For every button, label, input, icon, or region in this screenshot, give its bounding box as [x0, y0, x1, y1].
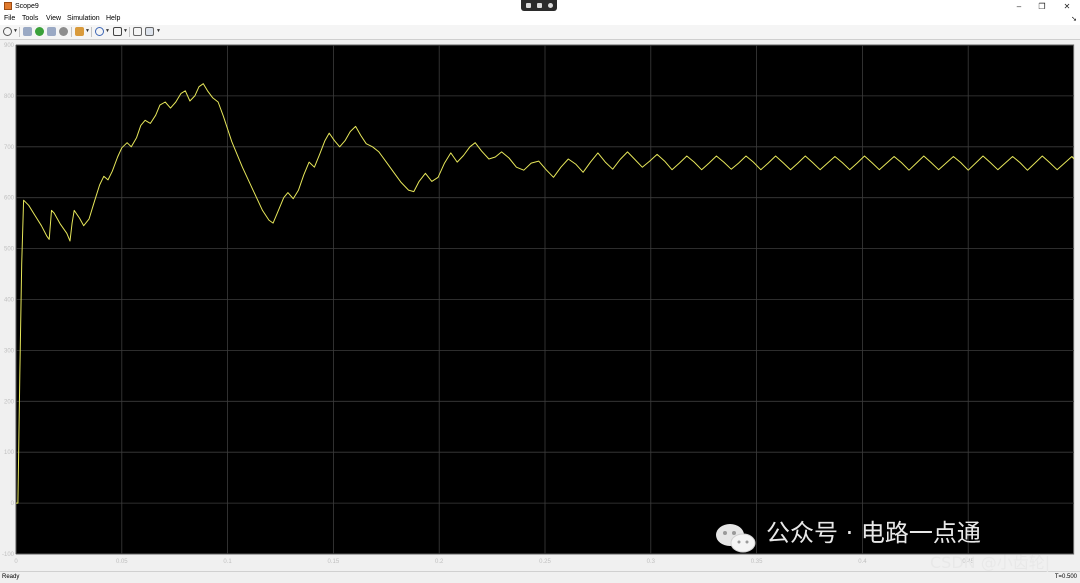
y-tick-label: 400: [4, 298, 15, 304]
x-tick-label: 0: [14, 559, 18, 565]
x-tick-label: 0.2: [435, 559, 444, 565]
style-icon[interactable]: [145, 27, 154, 36]
y-tick-label: 200: [4, 399, 15, 405]
y-tick-label: 800: [4, 94, 15, 100]
step-forward-icon[interactable]: [47, 27, 56, 36]
snap-close-icon[interactable]: [548, 3, 553, 8]
zoom-icon[interactable]: [95, 27, 104, 36]
menu-view[interactable]: View: [46, 14, 61, 24]
fit-axes-dropdown-icon[interactable]: ▼: [123, 28, 128, 35]
x-tick-label: 0.35: [751, 559, 763, 565]
dock-arrow-icon[interactable]: ➘: [1071, 15, 1077, 24]
close-button[interactable]: ✕: [1056, 0, 1078, 13]
y-tick-label: 100: [4, 450, 15, 456]
scope-app-icon: [4, 2, 12, 10]
y-tick-label: 0: [11, 501, 15, 507]
y-tick-label: 300: [4, 348, 15, 354]
menu-simulation[interactable]: Simulation: [67, 14, 100, 24]
restore-button[interactable]: ❐: [1031, 0, 1053, 13]
wechat-logo-icon: [716, 524, 756, 553]
scope-plot-panel: 0 0.05 0.1 0.15 0.2 0.25 0.3 0.35 0.4 0.45 -100 0 10…: [0, 40, 1080, 571]
x-tick-label: 0.05: [116, 559, 128, 565]
menu-file[interactable]: File: [4, 14, 15, 24]
settings-icon[interactable]: [3, 27, 12, 36]
y-tick-label: 600: [4, 196, 15, 202]
y-tick-label: -100: [2, 552, 15, 558]
window-title: Scope9: [15, 3, 39, 10]
x-tick-label: 0.4: [858, 559, 867, 565]
step-back-icon[interactable]: [23, 27, 32, 36]
y-tick-label: 500: [4, 247, 15, 253]
toolbar-separator: [71, 27, 72, 37]
watermark-csdn-text: CSDN @小齿轮|: [930, 553, 1051, 572]
zoom-dropdown-icon[interactable]: ▼: [105, 28, 110, 35]
sim-time-text: T=0.500: [1054, 574, 1077, 580]
settings-dropdown-icon[interactable]: ▼: [13, 28, 18, 35]
watermark-wechat-text: 公众号 · 电路一点通: [766, 519, 981, 547]
menu-bar: File Tools View Simulation Help ➘: [0, 13, 1080, 25]
stop-icon[interactable]: [59, 27, 68, 36]
x-tick-label: 0.1: [223, 559, 232, 565]
status-bar: Ready T=0.500: [0, 571, 1080, 583]
snap-left-icon[interactable]: [526, 3, 531, 8]
highlight-dropdown-icon[interactable]: ▼: [85, 28, 90, 35]
menu-tools[interactable]: Tools: [22, 14, 38, 24]
menu-help[interactable]: Help: [106, 14, 120, 24]
run-icon[interactable]: [35, 27, 44, 36]
toolbar-separator: [129, 27, 130, 37]
y-tick-label: 900: [4, 43, 15, 49]
cursor-measure-icon[interactable]: [133, 27, 142, 36]
y-tick-label: 700: [4, 145, 15, 151]
x-tick-label: 0.15: [328, 559, 340, 565]
style-dropdown-icon[interactable]: ▼: [156, 28, 161, 35]
snap-center-icon[interactable]: [537, 3, 542, 8]
toolbar-separator: [91, 27, 92, 37]
fit-axes-icon[interactable]: [113, 27, 122, 36]
snap-layout-bar[interactable]: [521, 0, 557, 11]
highlight-icon[interactable]: [75, 27, 84, 36]
status-text: Ready: [2, 574, 20, 580]
toolbar-separator: [19, 27, 20, 37]
x-tick-label: 0.3: [647, 559, 656, 565]
minimize-button[interactable]: –: [1008, 0, 1030, 13]
window-title-bar: Scope9 – ❐ ✕: [0, 0, 1080, 14]
scope-plot[interactable]: 0 0.05 0.1 0.15 0.2 0.25 0.3 0.35 0.4 0.45-100010…: [0, 40, 1080, 571]
toolbar: ▼ ▼ ▼ ▼ ▼: [0, 25, 1080, 40]
x-tick-label: 0.25: [539, 559, 551, 565]
